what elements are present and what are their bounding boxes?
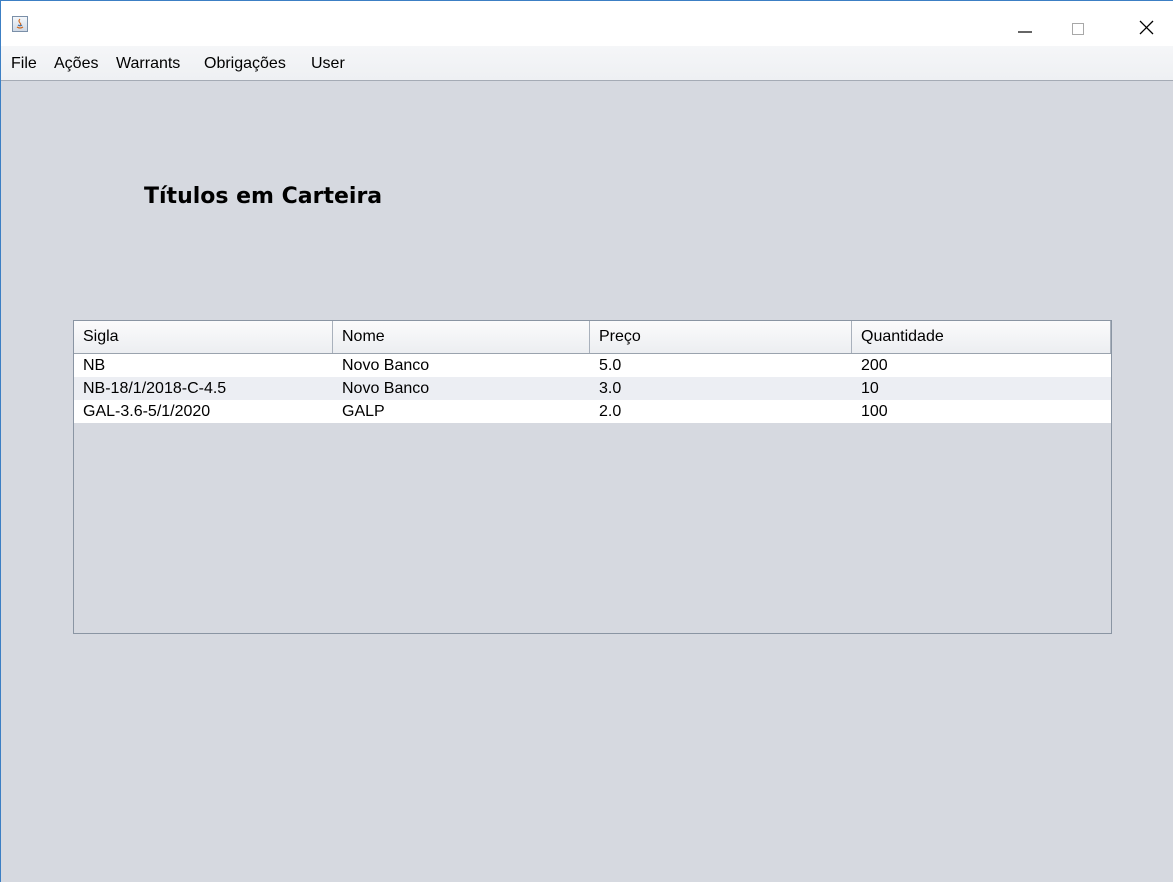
menu-acoes[interactable]: Ações (54, 55, 98, 73)
cell-preco: 3.0 (599, 380, 622, 397)
menu-file[interactable]: File (11, 55, 37, 73)
table-row[interactable]: NB-18/1/2018-C-4.5 Novo Banco 3.0 10 (74, 377, 1111, 400)
column-header-preco[interactable]: Preço (590, 321, 852, 353)
cell-sigla: GAL-3.6-5/1/2020 (83, 403, 211, 420)
table-row[interactable]: GAL-3.6-5/1/2020 GALP 2.0 100 (74, 400, 1111, 423)
menu-bar: File Ações Warrants Obrigações User (1, 46, 1173, 81)
table-header: Sigla Nome Preço Quantidade (74, 321, 1111, 354)
cell-quantidade: 200 (861, 357, 888, 374)
minimize-icon (1018, 31, 1032, 33)
application-window: File Ações Warrants Obrigações User Títu… (0, 0, 1173, 882)
menu-warrants[interactable]: Warrants (116, 55, 180, 73)
cell-nome: Novo Banco (342, 357, 430, 374)
menu-user[interactable]: User (311, 55, 345, 73)
menu-obrigacoes[interactable]: Obrigações (204, 55, 286, 73)
cell-sigla: NB (83, 357, 106, 374)
cell-quantidade: 10 (861, 380, 879, 397)
maximize-button[interactable] (1055, 1, 1101, 46)
column-header-sigla[interactable]: Sigla (74, 321, 333, 353)
title-bar[interactable] (1, 1, 1173, 46)
maximize-icon (1072, 23, 1084, 35)
cell-preco: 2.0 (599, 403, 622, 420)
cell-nome: GALP (342, 403, 385, 420)
minimize-button[interactable] (1001, 1, 1047, 46)
close-icon (1139, 20, 1154, 35)
close-button[interactable] (1121, 1, 1167, 46)
column-header-nome[interactable]: Nome (333, 321, 590, 353)
java-app-icon[interactable] (12, 16, 28, 32)
table-row[interactable]: NB Novo Banco 5.0 200 (74, 354, 1111, 377)
column-header-quantidade[interactable]: Quantidade (852, 321, 1111, 353)
cell-quantidade: 100 (861, 403, 888, 420)
cell-nome: Novo Banco (342, 380, 430, 397)
cell-preco: 5.0 (599, 357, 622, 374)
holdings-table[interactable]: Sigla Nome Preço Quantidade NB Novo Banc… (73, 320, 1112, 634)
cell-sigla: NB-18/1/2018-C-4.5 (83, 380, 227, 397)
page-title: Títulos em Carteira (144, 184, 383, 209)
